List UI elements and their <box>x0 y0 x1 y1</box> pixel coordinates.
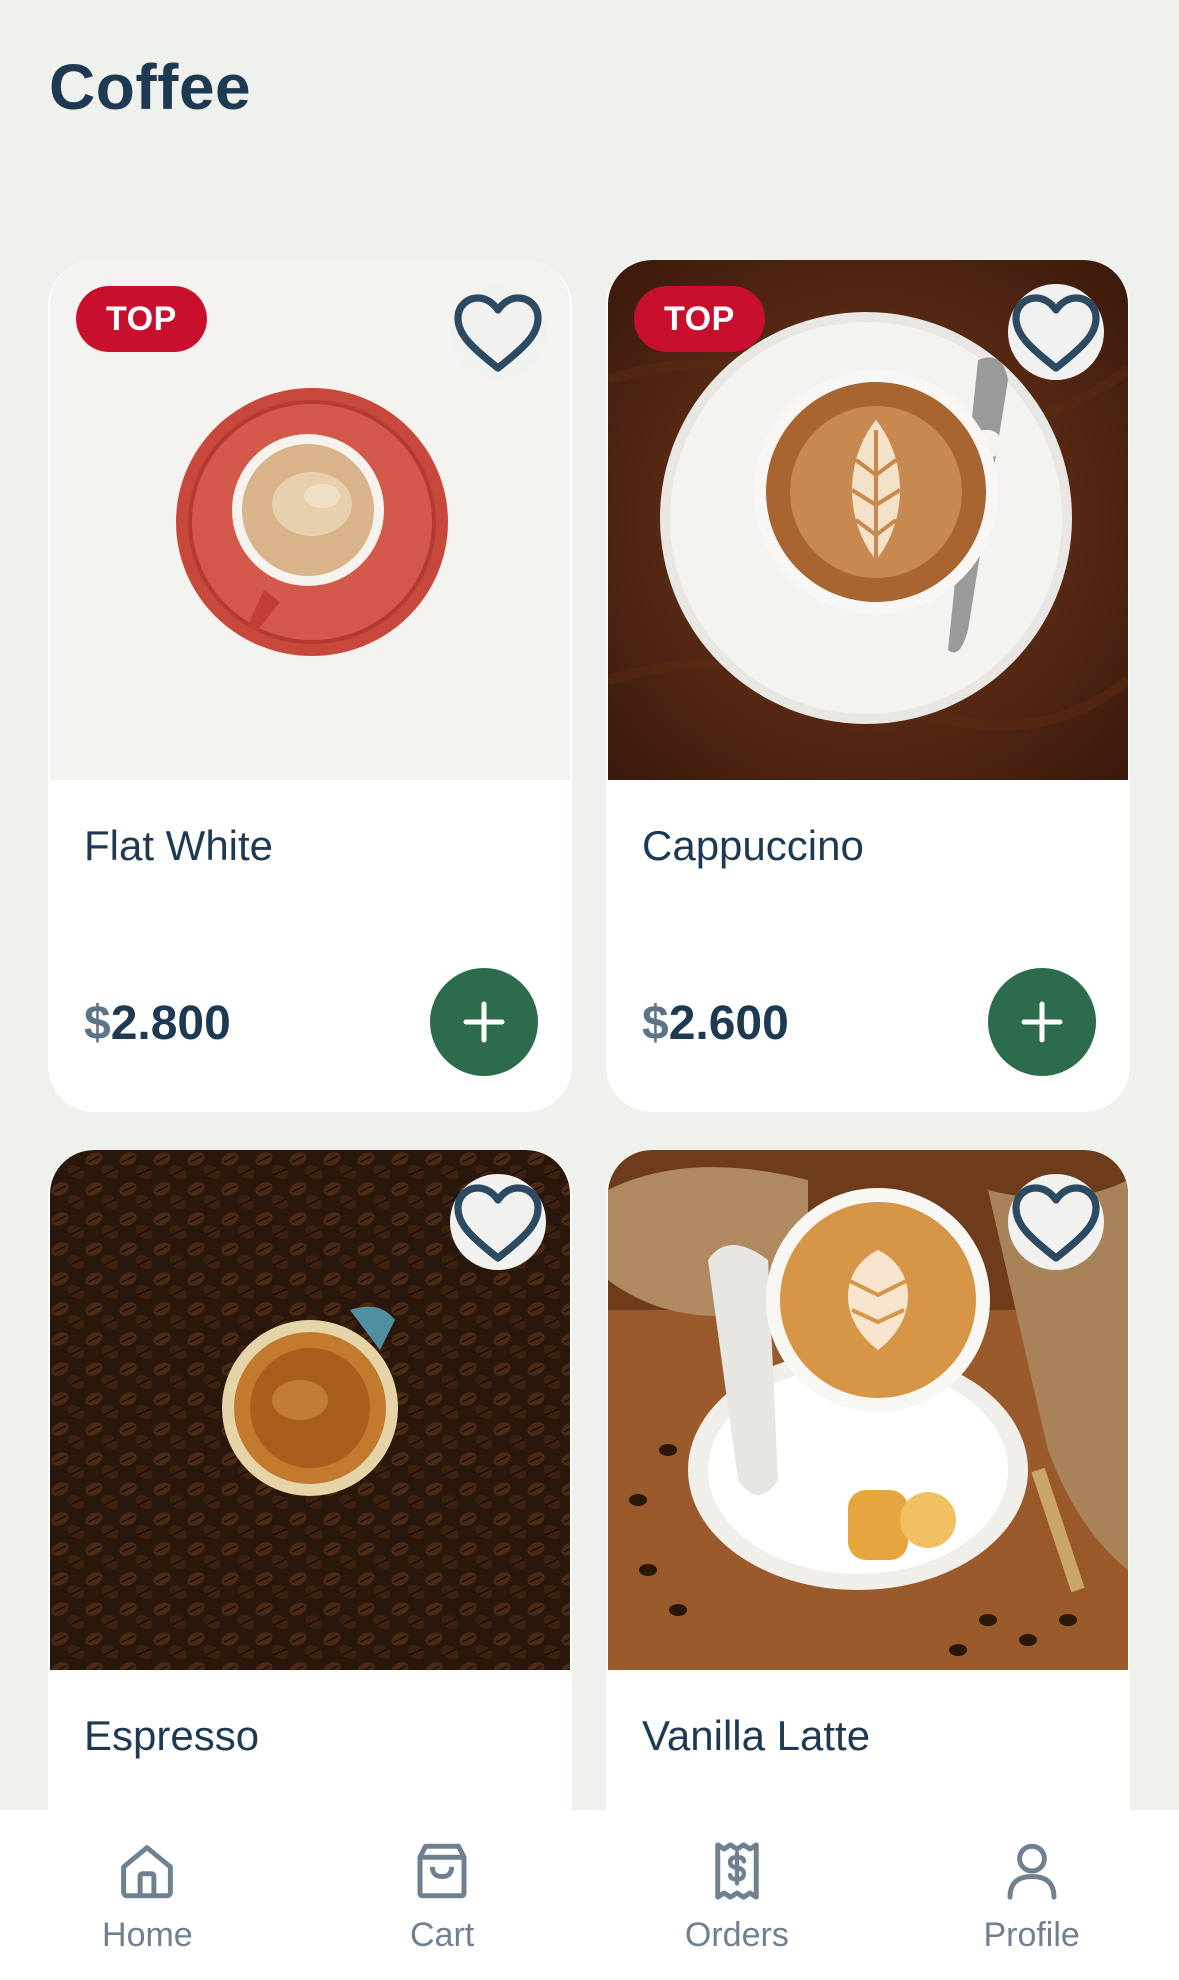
home-icon <box>121 1845 174 1899</box>
product-card-vanilla-latte[interactable]: Vanilla Latte <box>606 1150 1130 1850</box>
product-image: TOP <box>50 260 570 780</box>
currency-symbol: $ <box>642 997 669 1050</box>
heart-icon <box>454 1184 542 1262</box>
product-card-cappuccino[interactable]: TOP Cappuccino $2.600 <box>606 260 1130 1112</box>
top-badge: TOP <box>634 286 765 352</box>
product-name: Vanilla Latte <box>642 1712 871 1759</box>
plus-icon <box>1021 1001 1063 1043</box>
tab-label: Cart <box>410 1916 475 1954</box>
price-value: 2.600 <box>668 997 789 1050</box>
tab-label: Home <box>102 1916 193 1954</box>
product-image <box>608 1150 1128 1670</box>
heart-icon <box>1012 294 1100 372</box>
product-image <box>50 1150 570 1670</box>
shopping-bag-icon <box>417 1843 467 1899</box>
product-price: $2.800 <box>84 996 231 1051</box>
heart-icon <box>454 294 542 372</box>
price-value: 2.800 <box>110 997 231 1050</box>
favorite-button[interactable] <box>1008 1174 1104 1270</box>
product-name: Cappuccino <box>642 822 864 869</box>
product-card-espresso[interactable]: Espresso <box>48 1150 572 1850</box>
tab-orders[interactable]: Orders <box>637 1810 837 1980</box>
page-title: Coffee <box>49 51 252 123</box>
tab-label: Orders <box>684 1916 789 1954</box>
user-icon <box>1007 1843 1057 1900</box>
plus-icon <box>463 1001 505 1043</box>
tab-cart[interactable]: Cart <box>342 1810 542 1980</box>
product-card-flat-white[interactable]: TOP Flat White $2.800 <box>48 260 572 1112</box>
tab-profile[interactable]: Profile <box>932 1810 1132 1980</box>
product-image: TOP <box>608 260 1128 780</box>
tab-home[interactable]: Home <box>47 1810 247 1980</box>
heart-icon <box>1012 1184 1100 1262</box>
add-to-cart-button[interactable] <box>988 968 1096 1076</box>
favorite-button[interactable] <box>1008 284 1104 380</box>
product-name: Espresso <box>84 1712 260 1759</box>
product-name: Flat White <box>84 822 274 869</box>
receipt-icon <box>715 1842 759 1900</box>
currency-symbol: $ <box>84 997 111 1050</box>
add-to-cart-button[interactable] <box>430 968 538 1076</box>
top-badge: TOP <box>76 286 207 352</box>
favorite-button[interactable] <box>450 284 546 380</box>
tab-label: Profile <box>983 1916 1080 1954</box>
favorite-button[interactable] <box>450 1174 546 1270</box>
bottom-tab-bar: Home Cart Orders Profile <box>0 1810 1179 1980</box>
product-price: $2.600 <box>642 996 789 1051</box>
